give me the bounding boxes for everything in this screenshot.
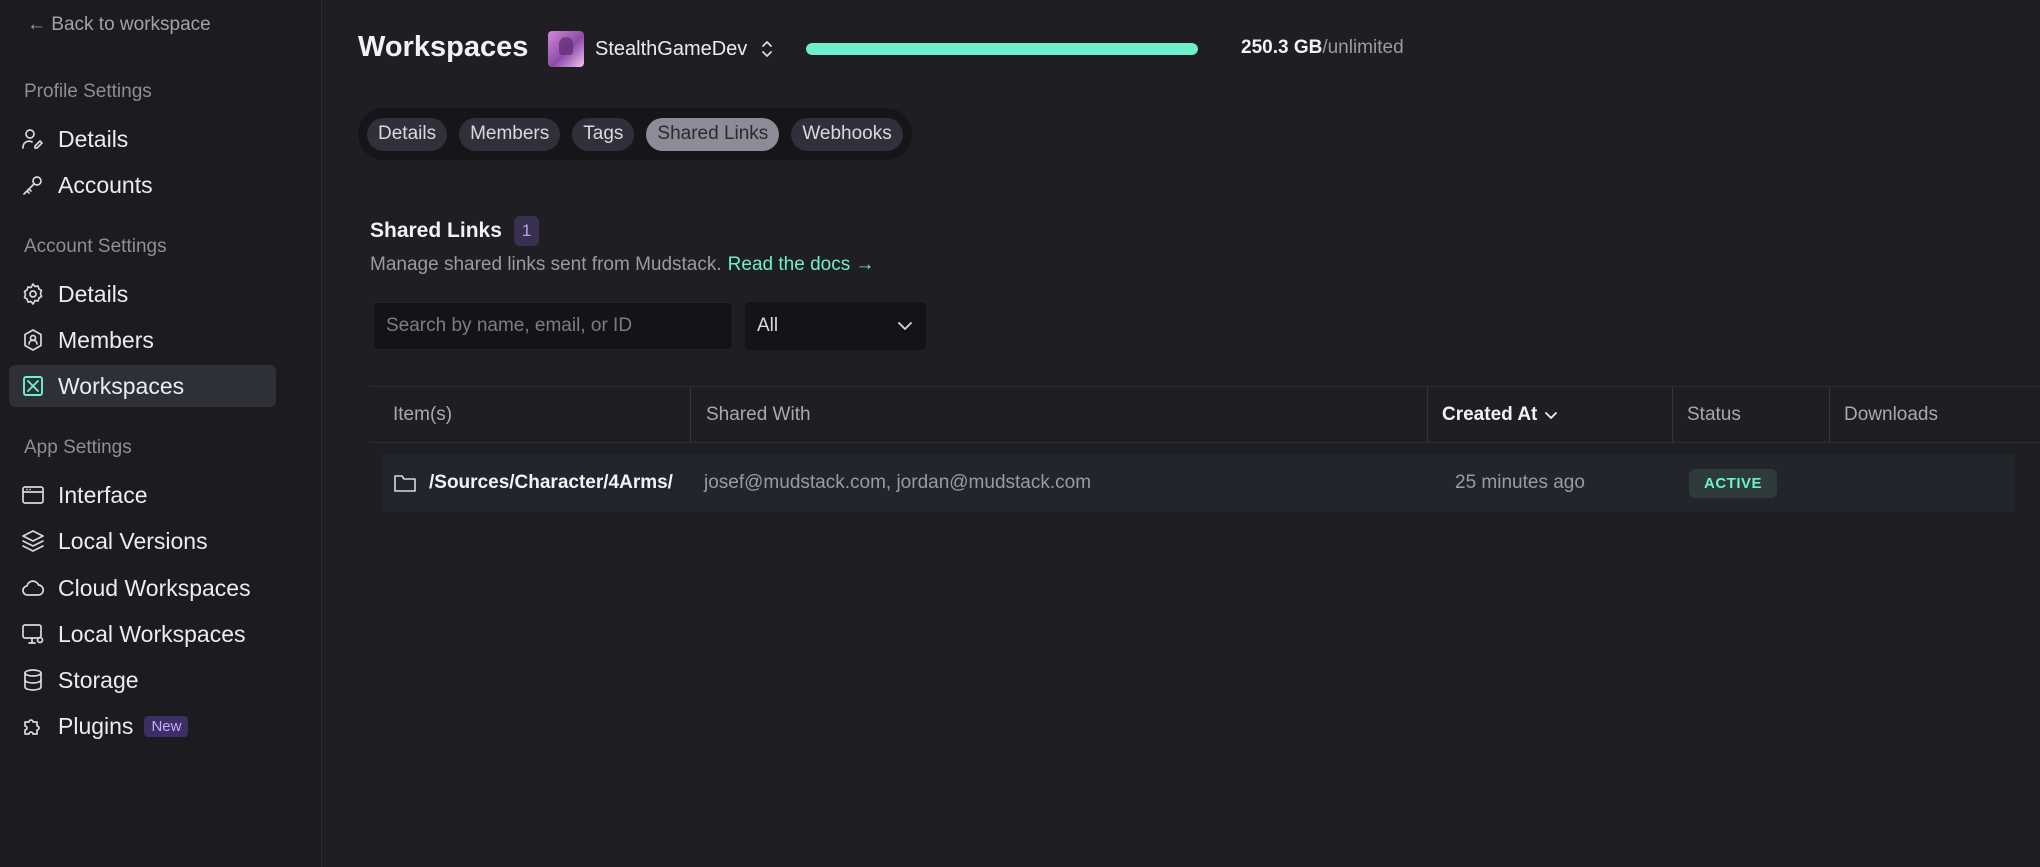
user-pen-icon <box>22 129 43 149</box>
layers-icon <box>22 530 44 552</box>
section-label-account-settings: Account Settings <box>24 236 167 257</box>
column-header-created-at[interactable]: Created At <box>1427 387 1559 443</box>
sidebar-item-label: Accounts <box>58 171 153 198</box>
section-label-profile-settings: Profile Settings <box>24 81 152 102</box>
storage-usage-fill <box>806 43 1198 55</box>
back-to-workspace-link[interactable]: ← Back to workspace <box>27 14 211 36</box>
sort-chevron-down-icon <box>1545 412 1558 419</box>
sidebar-item-label: Interface <box>58 481 148 508</box>
sidebar-item-label: Details <box>58 125 129 152</box>
search-input[interactable] <box>373 302 733 350</box>
sidebar-item-label: Cloud Workspaces <box>58 574 251 601</box>
item-path: /Sources/Character/4Arms/ <box>429 472 673 493</box>
sidebar-item-members[interactable]: Members <box>9 319 276 361</box>
main-content: Workspaces StealthGameDev 250.3 GB/unlim… <box>322 0 2040 867</box>
storage-limit: /unlimited <box>1322 37 1404 58</box>
chevron-down-icon <box>898 322 912 330</box>
sidebar: ← Back to workspace Profile Settings Det… <box>0 0 322 867</box>
sidebar-item-account-details[interactable]: Details <box>9 273 276 315</box>
column-header-downloads: Downloads <box>1829 387 1938 443</box>
storage-usage-bar <box>806 43 1198 55</box>
sidebar-item-local-workspaces[interactable]: Local Workspaces <box>9 613 276 655</box>
database-icon <box>24 669 42 691</box>
section-title-text: Shared Links <box>370 219 502 242</box>
column-header-status: Status <box>1672 387 1741 443</box>
storage-usage-text: 250.3 GB/unlimited <box>1241 37 1404 59</box>
status-filter-select[interactable]: All <box>745 302 926 350</box>
section-label-app-settings: App Settings <box>24 437 132 458</box>
key-icon <box>23 176 42 195</box>
sidebar-item-label: Workspaces <box>58 372 185 399</box>
workspace-icon <box>23 376 43 396</box>
sidebar-item-interface[interactable]: Interface <box>9 474 276 516</box>
workspace-name: StealthGameDev <box>595 37 748 60</box>
tab-shared-links[interactable]: Shared Links <box>646 117 780 151</box>
shield-user-icon <box>24 329 42 351</box>
table-row[interactable]: /Sources/Character/4Arms/ josef@mudstack… <box>382 454 2014 512</box>
tab-webhooks[interactable]: Webhooks <box>791 117 903 151</box>
workspace-avatar <box>548 31 584 67</box>
table-header: Item(s) Shared With Created At Status Do… <box>370 386 2040 443</box>
settings-tabs: Details Members Tags Shared Links Webhoo… <box>358 108 912 160</box>
shared-with-cell: josef@mudstack.com, jordan@mudstack.com <box>704 472 1092 493</box>
sidebar-item-accounts[interactable]: Accounts <box>9 164 276 206</box>
new-badge: New <box>144 715 189 737</box>
read-docs-link[interactable]: Read the docs → <box>728 254 875 275</box>
gear-icon <box>23 283 43 305</box>
sidebar-item-plugins[interactable]: Plugins New <box>9 705 276 747</box>
sidebar-item-cloud-workspaces[interactable]: Cloud Workspaces <box>9 567 276 609</box>
tab-members[interactable]: Members <box>459 117 561 151</box>
section-title: Shared Links 1 <box>370 216 540 246</box>
window-icon <box>22 486 44 504</box>
shared-links-table: Item(s) Shared With Created At Status Do… <box>370 386 2040 512</box>
sidebar-item-local-versions[interactable]: Local Versions <box>9 520 276 562</box>
sidebar-item-label: Local Versions <box>58 527 208 554</box>
description-text: Manage shared links sent from Mudstack. <box>370 254 722 275</box>
storage-used: 250.3 GB <box>1241 37 1323 58</box>
back-label: ← Back to workspace <box>27 14 211 35</box>
status-badge: ACTIVE <box>1689 468 1778 498</box>
created-at-cell: 25 minutes ago <box>1455 472 1585 493</box>
sidebar-item-label: Details <box>58 280 129 307</box>
monitor-icon <box>22 624 44 644</box>
select-value: All <box>757 315 779 336</box>
count-badge: 1 <box>513 216 540 246</box>
tab-tags[interactable]: Tags <box>572 117 635 151</box>
workspace-switcher[interactable]: StealthGameDev <box>548 31 776 67</box>
page-title: Workspaces <box>358 31 529 63</box>
sidebar-item-label: Storage <box>58 666 139 693</box>
sidebar-item-profile-details[interactable]: Details <box>9 118 276 160</box>
sidebar-item-storage[interactable]: Storage <box>9 659 276 701</box>
sidebar-item-label: Plugins <box>58 712 134 739</box>
item-cell: /Sources/Character/4Arms/ <box>393 454 673 512</box>
created-at-label: Created At <box>1442 404 1538 425</box>
section-description: Manage shared links sent from Mudstack. R… <box>370 254 874 276</box>
sidebar-item-label: Members <box>58 326 154 353</box>
puzzle-icon <box>24 719 40 735</box>
status-cell: ACTIVE <box>1689 454 1778 512</box>
folder-icon <box>394 475 416 492</box>
tab-details[interactable]: Details <box>367 117 448 151</box>
chevron-up-down-icon <box>762 41 773 57</box>
column-header-shared-with: Shared With <box>690 387 811 443</box>
sidebar-item-label: Local Workspaces <box>58 620 246 647</box>
sidebar-item-workspaces[interactable]: Workspaces <box>9 365 276 407</box>
cloud-icon <box>22 580 45 596</box>
column-header-items: Item(s) <box>393 404 453 425</box>
